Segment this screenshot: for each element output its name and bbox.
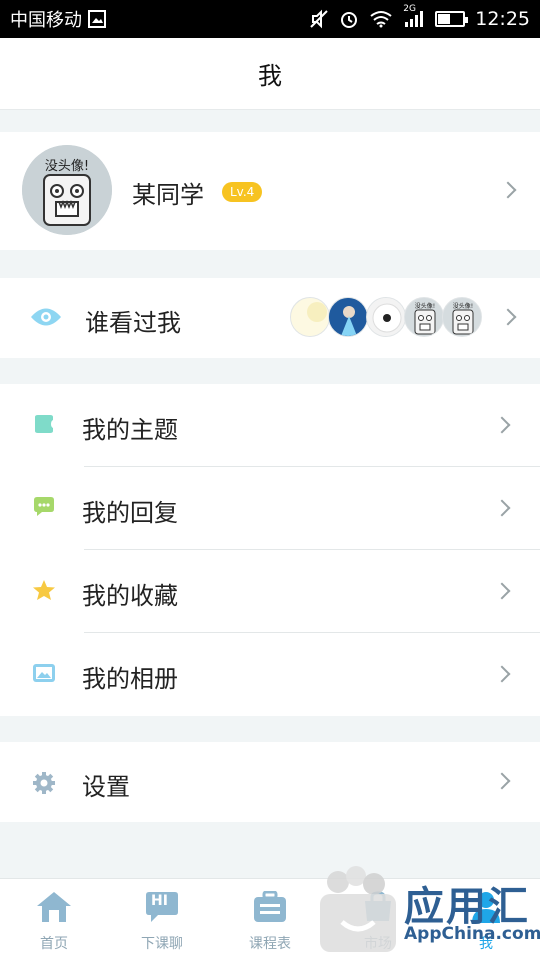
settings-label: 设置 [82, 773, 130, 801]
avatar-text: 没头像! [45, 159, 89, 174]
menu-item-label: 我的相册 [82, 665, 178, 693]
album-icon [32, 662, 56, 684]
battery-icon [435, 11, 469, 27]
tab-label: 课程表 [249, 936, 291, 952]
visitors-row[interactable]: 谁看过我 没头像! 没头像! [0, 278, 540, 358]
tab-label: 市场 [364, 936, 392, 952]
chevron-right-icon [493, 772, 511, 790]
alarm-icon [339, 9, 359, 29]
profile-row[interactable]: 没头像! 某同学 Lv.4 [0, 132, 540, 250]
tab-market[interactable]: 市场 [324, 879, 432, 960]
me-icon [466, 889, 506, 925]
title-bar: 我 [0, 38, 540, 110]
chevron-right-icon [493, 582, 511, 600]
visitor-avatar[interactable] [328, 297, 368, 337]
visitor-avatar-text: 没头像! [453, 302, 473, 310]
tab-me[interactable]: 我 [432, 879, 540, 960]
menu-item-my-favorites[interactable]: 我的收藏 [0, 550, 540, 633]
carrier-label: 中国移动 [10, 10, 82, 31]
network-type-label: 2G [403, 4, 416, 14]
market-icon [358, 889, 398, 925]
visitor-avatar[interactable]: 没头像! [404, 297, 444, 337]
mute-icon [309, 9, 329, 29]
wifi-icon [369, 10, 393, 28]
visitor-avatar[interactable]: 没头像! [442, 297, 482, 337]
visitor-avatar-list: 没头像! 没头像! [290, 297, 490, 339]
menu-item-my-album[interactable]: 我的相册 [0, 633, 540, 716]
clock: 12:25 [475, 8, 530, 30]
chevron-right-icon [493, 665, 511, 683]
chevron-right-icon [499, 181, 517, 199]
menu-item-my-topics[interactable]: 我的主题 [0, 384, 540, 467]
tab-class-chat[interactable]: HI 下课聊 [108, 879, 216, 960]
profile-name: 某同学 [132, 181, 204, 209]
gear-icon [32, 771, 56, 795]
page-title: 我 [258, 62, 282, 90]
chevron-right-icon [493, 499, 511, 517]
menu-item-my-replies[interactable]: 我的回复 [0, 467, 540, 550]
image-notification-icon [88, 10, 106, 28]
chevron-right-icon [499, 308, 517, 326]
menu-item-label: 我的收藏 [82, 582, 178, 610]
star-icon [32, 579, 56, 601]
tab-label: 我 [479, 936, 493, 952]
chat-bubble-icon [32, 496, 56, 518]
tab-schedule[interactable]: 课程表 [216, 879, 324, 960]
visitor-avatar-text: 没头像! [415, 302, 435, 310]
topic-icon [32, 413, 56, 435]
status-bar: 中国移动 2G 12:25 [0, 0, 540, 38]
tab-label: 首页 [40, 936, 68, 952]
tab-home[interactable]: 首页 [0, 879, 108, 960]
level-badge: Lv.4 [222, 182, 263, 202]
tab-label: 下课聊 [141, 936, 183, 952]
hi-chat-icon: HI [142, 889, 182, 925]
home-icon [34, 889, 74, 925]
avatar[interactable]: 没头像! [22, 145, 112, 235]
menu-list: 我的主题 我的回复 我的收藏 我的相册 [0, 384, 540, 716]
schedule-icon [250, 889, 290, 925]
visitor-avatar[interactable] [366, 297, 406, 337]
hi-chat-badge: HI [151, 893, 168, 909]
signal-icon: 2G [403, 4, 425, 28]
settings-row[interactable]: 设置 [0, 742, 540, 822]
chevron-right-icon [493, 416, 511, 434]
visitor-avatar[interactable] [290, 297, 330, 337]
visitors-label: 谁看过我 [85, 309, 181, 337]
menu-item-label: 我的回复 [82, 499, 178, 527]
menu-item-label: 我的主题 [82, 416, 178, 444]
eye-icon [30, 306, 62, 328]
bottom-tab-bar: 首页 HI 下课聊 课程表 市场 我 [0, 878, 540, 960]
